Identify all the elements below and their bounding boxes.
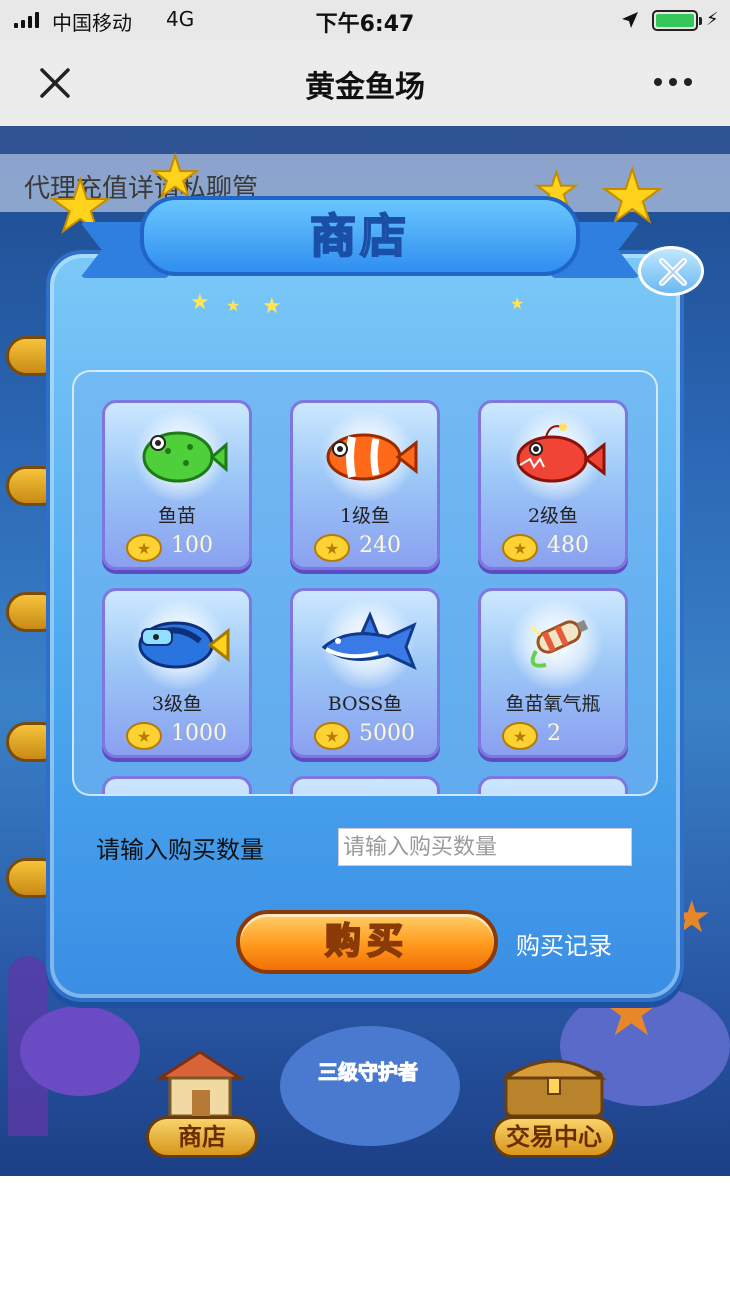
item-price: 100 (171, 533, 213, 558)
star-icon: ★ (599, 154, 666, 238)
svg-text:★: ★ (513, 539, 527, 558)
shop-item-card[interactable]: 鱼苗氧气瓶 ★ 2 (478, 588, 628, 758)
shop-item-card[interactable]: 1级鱼 ★ 240 (290, 400, 440, 570)
oxygen-bottle-icon (530, 619, 589, 668)
treasure-chest-icon (501, 1059, 607, 1118)
shop-item-card[interactable]: 鱼苗 ★ 100 (102, 400, 252, 570)
shop-button[interactable]: 商店 (146, 1116, 258, 1158)
clownfish-icon (326, 433, 418, 481)
top-strip (0, 126, 730, 154)
nav-bar: 黄金鱼场 (0, 40, 730, 126)
coral (20, 1006, 140, 1096)
coin-icon: ★ (126, 534, 162, 562)
buy-button[interactable]: 购买 (236, 910, 498, 974)
item-name: 鱼苗氧气瓶 (505, 693, 601, 715)
close-icon (659, 258, 687, 286)
coral (280, 1026, 460, 1146)
shop-item-card[interactable]: 2级鱼 ★ 480 (478, 400, 628, 570)
svg-text:★: ★ (513, 727, 527, 746)
shop-item-card[interactable]: BOSS鱼 ★ 5000 (290, 588, 440, 758)
location-arrow-icon (622, 12, 638, 28)
item-price: 2 (547, 721, 561, 746)
more-icon[interactable] (654, 78, 692, 86)
coin-icon: ★ (314, 722, 350, 750)
svg-text:★: ★ (325, 727, 339, 746)
buy-button-label: 购买 (324, 920, 409, 963)
trade-center-button[interactable]: 交易中心 (492, 1116, 616, 1158)
status-bar: 中国移动 4G 下午6:47 ⚡ (0, 0, 730, 40)
shop-house-icon (154, 1050, 246, 1118)
item-price: 240 (359, 533, 401, 558)
coin-icon: ★ (126, 722, 162, 750)
svg-text:★: ★ (137, 539, 151, 558)
sparkle-icon: ★ (190, 290, 210, 315)
coin-icon: ★ (502, 722, 538, 750)
item-price: 1000 (171, 721, 227, 746)
shop-title-ribbon: 商店 (80, 196, 640, 292)
shark-icon (321, 611, 417, 670)
quantity-label: 请输入购买数量 (96, 836, 264, 864)
item-name: 2级鱼 (527, 505, 579, 527)
coin-icon: ★ (502, 534, 538, 562)
guard-label: 三级守护者 (318, 1060, 419, 1085)
shop-item-card[interactable]: 3级鱼 ★ 1000 (102, 588, 252, 758)
item-name: 鱼苗 (157, 505, 196, 527)
purchase-history-link[interactable]: 购买记录 (516, 926, 612, 961)
coin-icon: ★ (314, 534, 350, 562)
svg-text:★: ★ (137, 727, 151, 746)
modal-close-button[interactable] (638, 246, 704, 296)
item-grid: 鱼苗 ★ 100 1级鱼 ★ 240 2级鱼 ★ 480 3级鱼 ★ 1000 … (72, 370, 658, 796)
anglerfish-icon (516, 423, 606, 483)
item-price: 5000 (359, 721, 415, 746)
shop-title: 商店 (309, 208, 410, 264)
svg-text:★: ★ (325, 539, 339, 558)
shop-item-card[interactable] (102, 776, 252, 794)
item-name: BOSS鱼 (327, 693, 403, 715)
item-price: 480 (547, 533, 589, 558)
page-title: 黄金鱼场 (305, 70, 425, 105)
item-name: 3级鱼 (151, 693, 203, 715)
blue-tang-icon (138, 621, 230, 669)
charging-bolt-icon: ⚡ (706, 9, 719, 30)
pufferfish-icon (142, 431, 228, 483)
shop-item-card[interactable] (290, 776, 440, 794)
battery-icon (652, 10, 702, 31)
sparkle-icon: ★ (510, 294, 525, 313)
quantity-input[interactable] (338, 828, 632, 866)
page-bottom-blank (0, 1176, 730, 1300)
item-name: 1级鱼 (339, 505, 391, 527)
sparkle-icon: ★ (226, 296, 241, 315)
shop-item-card[interactable] (478, 776, 628, 794)
sparkle-icon: ★ (262, 294, 282, 319)
